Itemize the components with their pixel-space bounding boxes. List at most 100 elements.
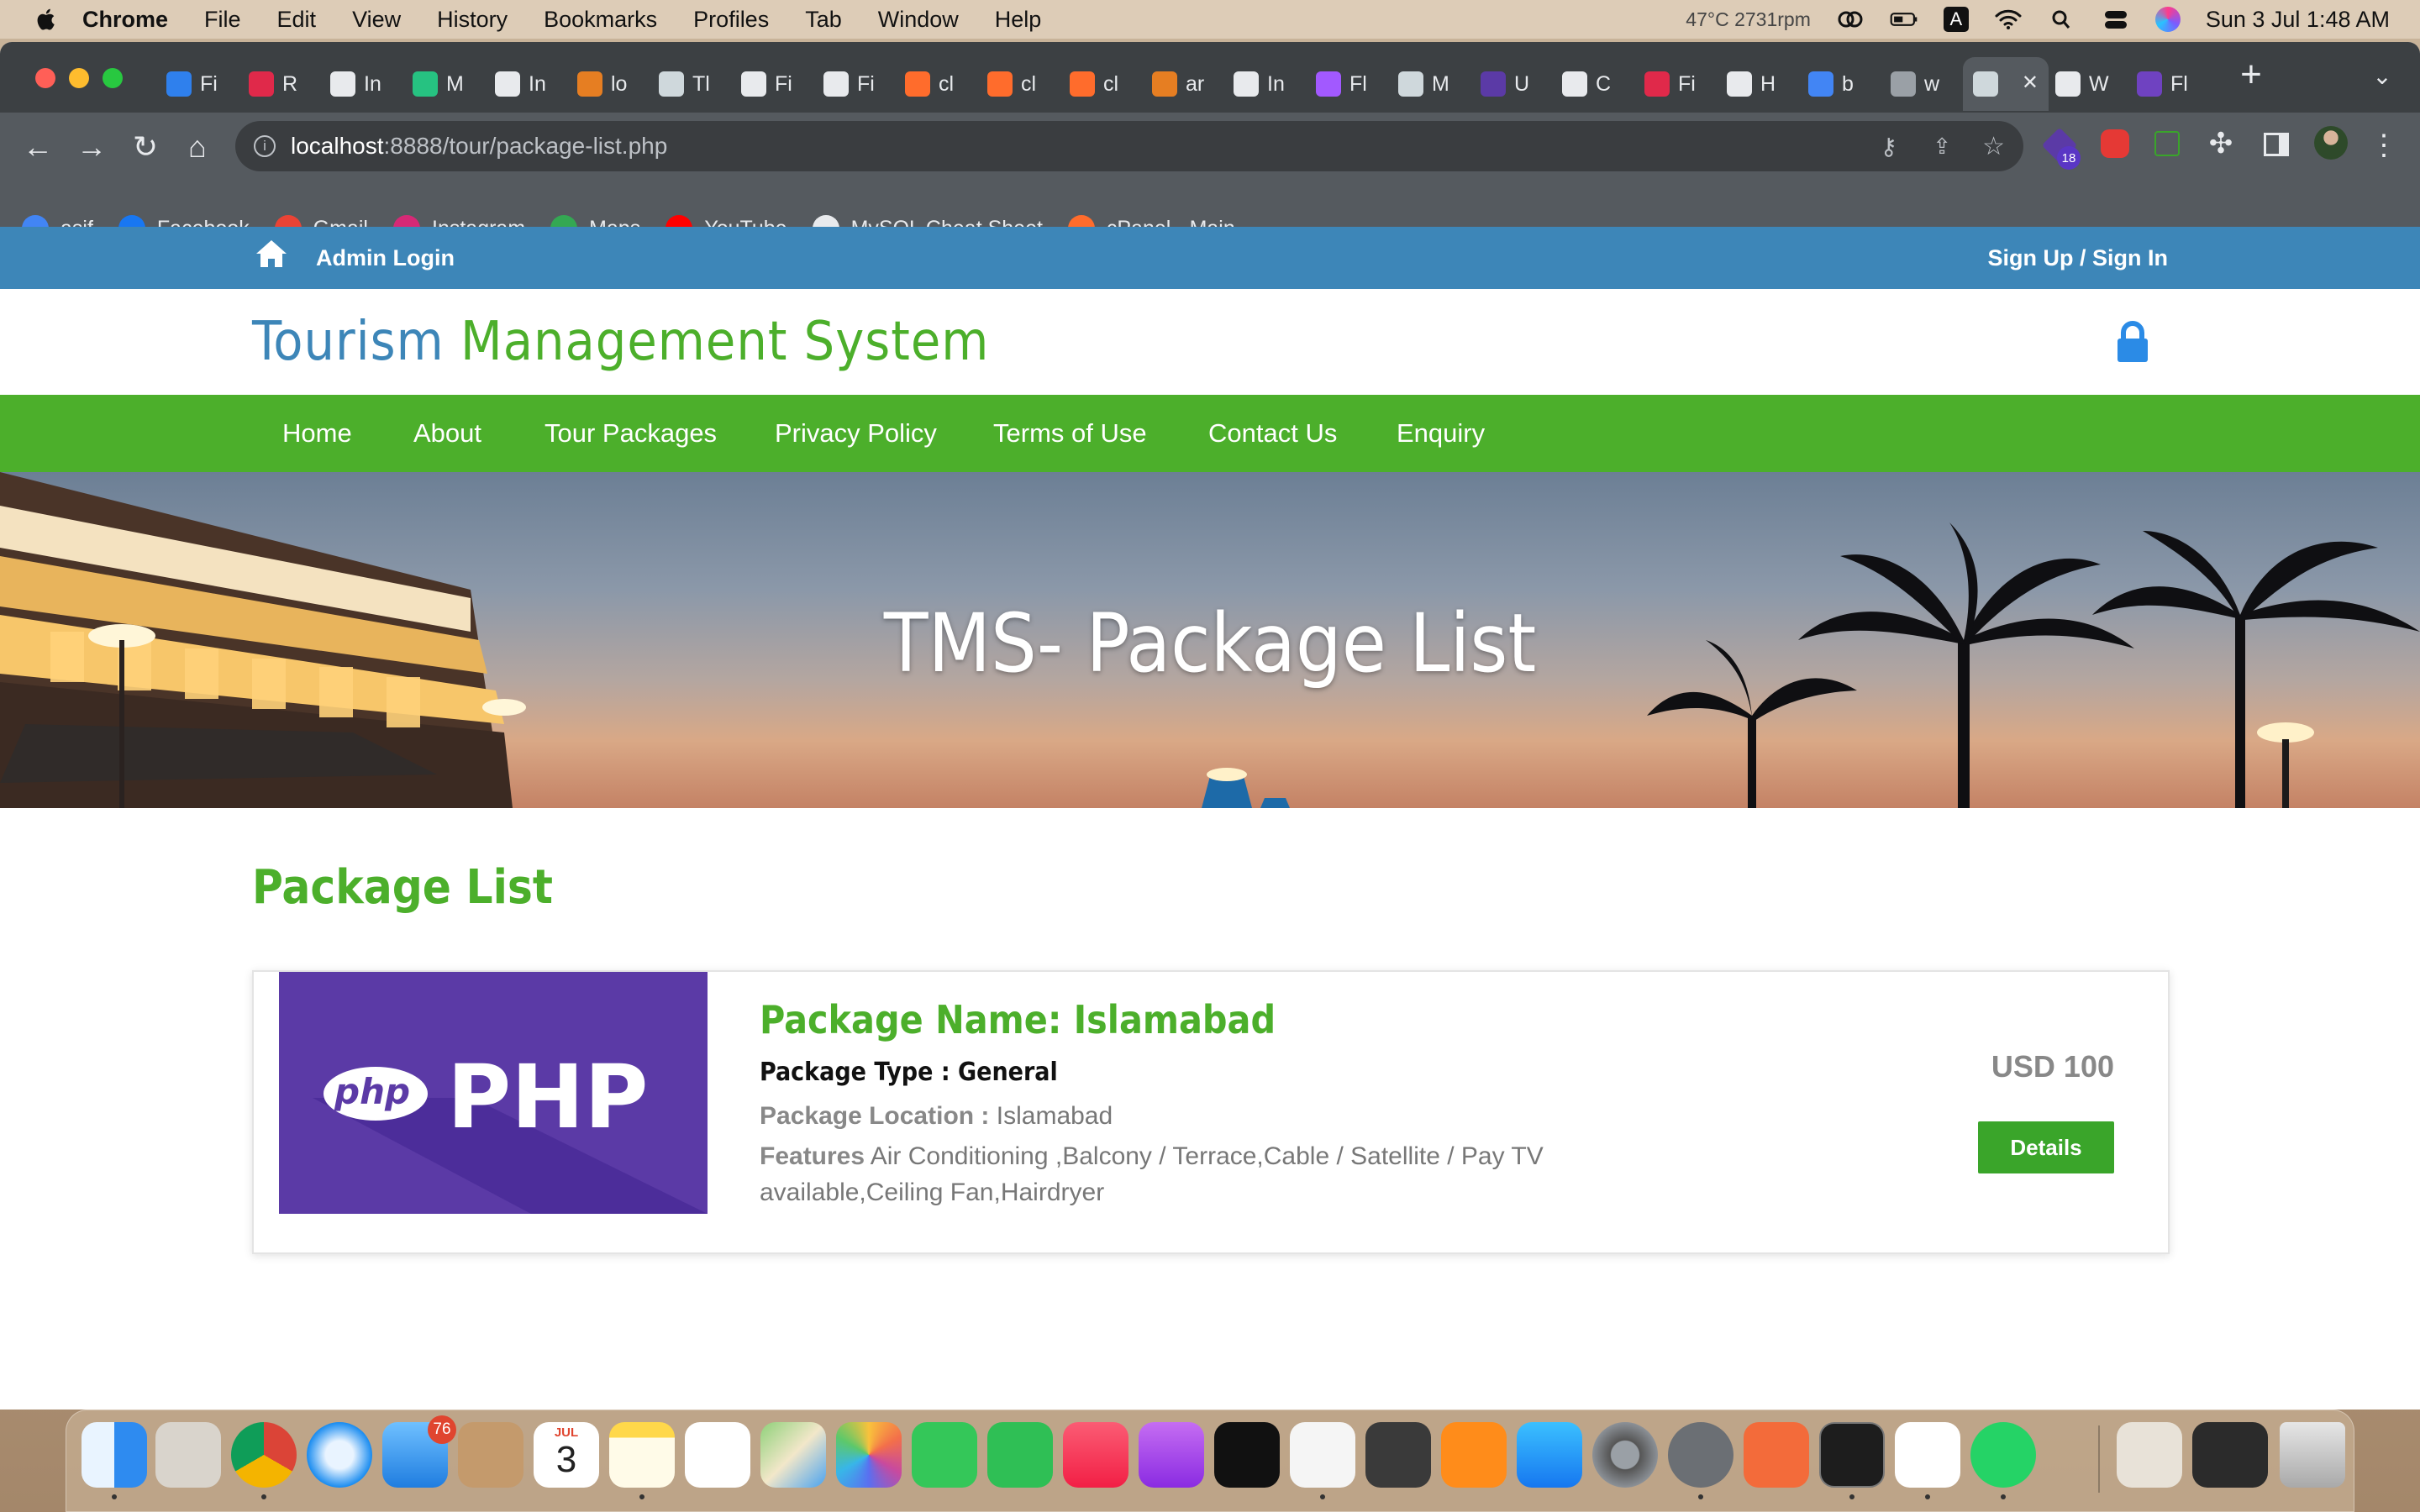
photos-icon[interactable] (836, 1422, 902, 1488)
browser-tab[interactable]: In (485, 57, 567, 111)
bookmark-star-icon[interactable]: ☆ (1982, 132, 2005, 161)
chrome-menu-icon[interactable]: ⋮ (2365, 126, 2403, 165)
menu-profiles[interactable]: Profiles (693, 7, 769, 33)
contacts-icon[interactable] (458, 1422, 523, 1488)
podcasts-icon[interactable] (1139, 1422, 1204, 1488)
browser-tab[interactable]: Fi (731, 57, 813, 111)
menubar-clock[interactable]: Sun 3 Jul 1:48 AM (2206, 7, 2390, 33)
menu-tab[interactable]: Tab (805, 7, 842, 33)
creative-cloud-icon[interactable] (1836, 8, 1865, 30)
whatsapp-icon[interactable] (1970, 1422, 2036, 1488)
chrome-icon[interactable] (231, 1422, 297, 1488)
wifi-icon[interactable] (1994, 8, 2023, 30)
reminders-icon[interactable] (685, 1422, 750, 1488)
adblock-icon[interactable] (2101, 129, 2129, 158)
control-center-icon[interactable] (2102, 8, 2130, 30)
side-panel-icon[interactable] (2264, 133, 2289, 156)
vscode-icon[interactable] (1290, 1422, 1355, 1488)
close-window-button[interactable] (35, 68, 55, 88)
browser-tab[interactable]: lo (567, 57, 650, 111)
safari-icon[interactable] (307, 1422, 372, 1488)
menu-help[interactable]: Help (995, 7, 1042, 33)
site-info-icon[interactable]: i (254, 135, 276, 157)
menu-history[interactable]: History (437, 7, 508, 33)
terminal-icon[interactable] (1819, 1422, 1885, 1488)
spotlight-search-icon[interactable] (2048, 8, 2076, 30)
cpu-temp-status[interactable]: 47°C 2731rpm (1686, 8, 1811, 31)
back-button[interactable]: ← (18, 128, 57, 166)
details-button[interactable]: Details (1978, 1121, 2114, 1173)
reload-button[interactable]: ↻ (126, 128, 165, 166)
zoom-window-button[interactable] (103, 68, 123, 88)
browser-tab[interactable]: M (402, 57, 485, 111)
browser-tab[interactable]: R (239, 57, 321, 111)
browser-tab[interactable]: U (1470, 57, 1553, 111)
menu-file[interactable]: File (204, 7, 241, 33)
menu-view[interactable]: View (352, 7, 401, 33)
music-icon[interactable] (1063, 1422, 1128, 1488)
menu-bookmarks[interactable]: Bookmarks (544, 7, 657, 33)
extensions-puzzle-icon[interactable]: ✣ (2202, 124, 2240, 163)
site-logo[interactable]: Tourism Management System (252, 311, 989, 373)
browser-tab[interactable]: Fi (156, 57, 239, 111)
menu-window[interactable]: Window (878, 7, 959, 33)
calendar-icon[interactable]: JUL 3 (534, 1422, 599, 1488)
menu-edit[interactable]: Edit (277, 7, 317, 33)
finder-icon[interactable] (82, 1422, 147, 1488)
sublime-text-icon[interactable] (1365, 1422, 1431, 1488)
share-icon[interactable]: ⇪ (1933, 134, 1951, 160)
tab-active[interactable]: ✕ (1963, 57, 2049, 111)
profile-avatar[interactable] (2314, 126, 2348, 160)
browser-tab[interactable]: cl (977, 57, 1060, 111)
pencil-app-icon[interactable] (1744, 1422, 1809, 1488)
slack-icon[interactable] (1895, 1422, 1960, 1488)
extension-green-icon[interactable] (2154, 131, 2180, 156)
tableplus-elephant-icon[interactable] (1668, 1422, 1733, 1488)
browser-tab[interactable]: W (2045, 57, 2128, 111)
admin-login-link[interactable]: Admin Login (316, 245, 455, 271)
screenshots-stack-icon[interactable] (2192, 1422, 2268, 1488)
input-source-icon[interactable]: A (1943, 7, 1969, 32)
browser-tab[interactable]: cl (1060, 57, 1142, 111)
browser-tab[interactable]: Fi (1634, 57, 1717, 111)
messages-icon[interactable] (912, 1422, 977, 1488)
trash-icon[interactable] (2280, 1422, 2345, 1488)
system-preferences-icon[interactable] (1592, 1422, 1658, 1488)
launchpad-icon[interactable] (155, 1422, 221, 1488)
notes-icon[interactable] (609, 1422, 675, 1488)
package-thumbnail[interactable]: php PHP (279, 972, 708, 1214)
nav-about[interactable]: About (413, 418, 481, 449)
app-store-icon[interactable] (1517, 1422, 1582, 1488)
browser-tab[interactable]: b (1798, 57, 1881, 111)
minimize-window-button[interactable] (69, 68, 89, 88)
battery-icon[interactable] (1890, 8, 1918, 30)
browser-tab[interactable]: w (1881, 57, 1963, 111)
browser-tab[interactable]: ar (1142, 57, 1224, 111)
browser-tab[interactable]: Fi (813, 57, 896, 111)
facetime-icon[interactable] (987, 1422, 1053, 1488)
browser-tab[interactable]: Fl (1306, 57, 1388, 111)
forward-button[interactable]: → (72, 128, 111, 166)
nav-tour-packages[interactable]: Tour Packages (544, 418, 717, 449)
tab-close-icon[interactable]: ✕ (2022, 71, 2039, 95)
menu-chrome[interactable]: Chrome (82, 7, 168, 33)
books-icon[interactable] (1441, 1422, 1507, 1488)
browser-tab[interactable]: Tl (649, 57, 731, 111)
tab-search-chevron-icon[interactable]: ⌄ (2363, 57, 2402, 96)
nav-contact-us[interactable]: Contact Us (1208, 418, 1337, 449)
browser-tab[interactable]: C (1552, 57, 1634, 111)
preview-folder-icon[interactable] (2117, 1422, 2182, 1488)
browser-tab[interactable]: M (1388, 57, 1470, 111)
apple-tv-icon[interactable] (1214, 1422, 1280, 1488)
home-icon[interactable] (254, 237, 289, 270)
browser-tab[interactable]: In (320, 57, 402, 111)
home-button[interactable]: ⌂ (178, 128, 217, 166)
maps-icon[interactable] (760, 1422, 826, 1488)
new-tab-button[interactable]: + (2232, 55, 2270, 94)
siri-icon[interactable] (2154, 7, 2181, 32)
nav-privacy-policy[interactable]: Privacy Policy (775, 418, 937, 449)
browser-tab[interactable]: cl (895, 57, 977, 111)
browser-tab[interactable]: Fl (2127, 57, 2209, 111)
apple-icon[interactable] (34, 7, 57, 32)
address-bar[interactable]: i localhost:8888/tour/package-list.php ⚷… (235, 121, 2023, 171)
